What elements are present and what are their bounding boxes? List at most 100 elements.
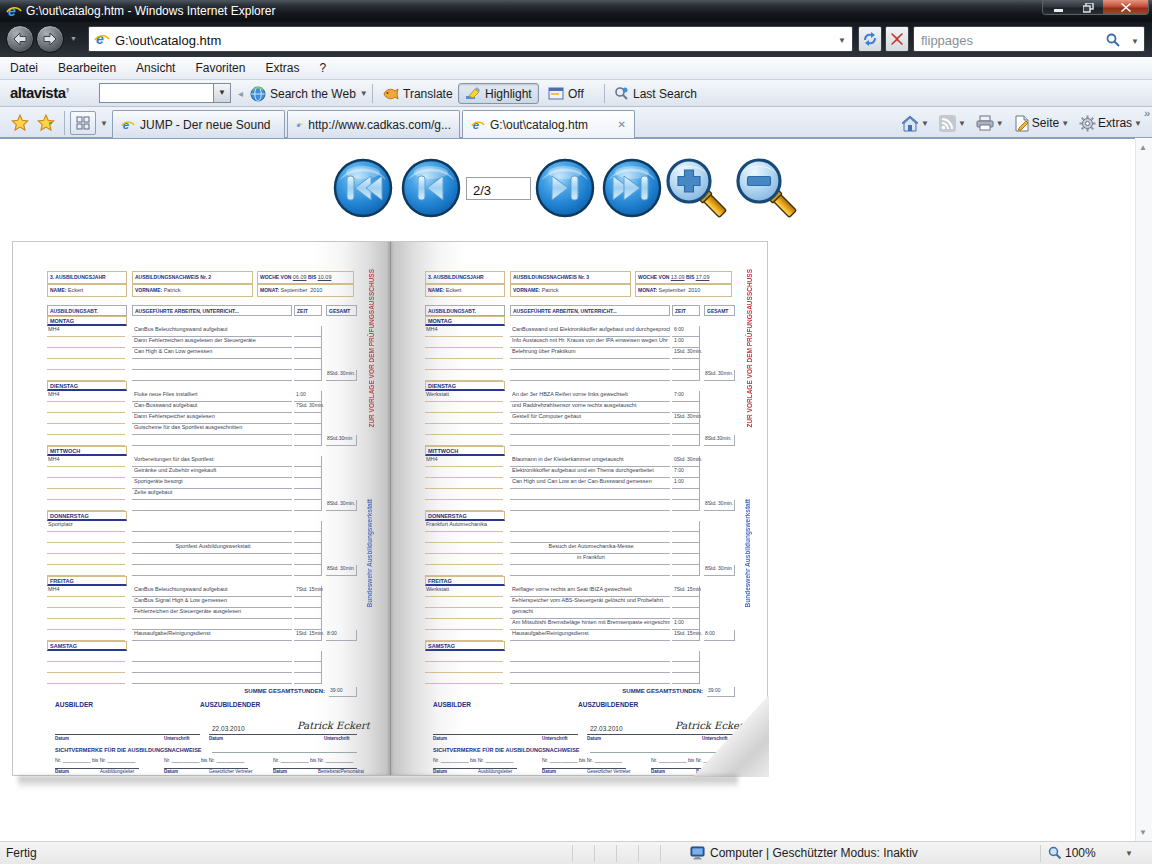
- unterschrift-sublabel: Unterschrift: [542, 736, 568, 741]
- cell-abt: [425, 500, 503, 511]
- extras-button[interactable]: Extras: [1098, 116, 1132, 130]
- tab-3[interactable]: eG:\out\catalog.htm✕: [462, 110, 635, 138]
- page-number-input[interactable]: [466, 177, 531, 200]
- quick-tabs-button[interactable]: [70, 111, 96, 135]
- search-the-web-button[interactable]: Search the Web▼: [250, 83, 368, 104]
- home-dropdown[interactable]: ▼: [921, 119, 929, 128]
- cell-gesamt: 8Std. 30min: [326, 565, 357, 576]
- cell-zeit: [672, 608, 700, 619]
- cell-arbeit: Sportgeräte besorgt: [132, 478, 292, 489]
- search-box[interactable]: flippages ▼: [913, 26, 1145, 52]
- previous-page-button[interactable]: [401, 158, 461, 218]
- print-icon[interactable]: [976, 115, 994, 131]
- highlight-button[interactable]: Highlight: [458, 83, 539, 104]
- extras-dropdown[interactable]: ▼: [1134, 119, 1142, 128]
- next-page-button[interactable]: [535, 158, 595, 218]
- cell-arbeit: [510, 662, 670, 673]
- signature: Patrick Eckert: [297, 720, 370, 731]
- home-icon[interactable]: [901, 115, 919, 132]
- favorites-star-icon: [11, 114, 29, 132]
- last-search-button[interactable]: Last Search: [614, 83, 697, 104]
- signature: Patrick Eckert: [675, 720, 748, 731]
- cell-zeit: 1Std. 15min.: [294, 630, 322, 641]
- page-icon[interactable]: [1014, 115, 1030, 132]
- cell-abt: [47, 651, 125, 662]
- role-sublabel: Ausbildungsleiter: [100, 769, 134, 774]
- cell-abt: [425, 608, 503, 619]
- cell-arbeit: Vorbereitungen für das Sportfest:: [132, 456, 292, 467]
- nr-range: Nr. __________ bis Nr. __________: [433, 757, 513, 763]
- first-page-button[interactable]: [333, 158, 393, 218]
- day-label: DIENSTAG: [47, 381, 127, 391]
- rss-dropdown[interactable]: ▼: [958, 119, 966, 128]
- cell-arbeit: CanBus Signal High & Low gemessen: [132, 597, 292, 608]
- forward-button[interactable]: [36, 25, 64, 53]
- menu-item-ansicht[interactable]: Ansicht: [126, 57, 185, 75]
- scroll-up-arrow[interactable]: ▲: [1139, 143, 1149, 152]
- zoom-dropdown[interactable]: ▼: [1125, 849, 1133, 858]
- minimize-button[interactable]: [1043, 0, 1074, 15]
- close-button[interactable]: [1103, 0, 1148, 15]
- toolbar-overflow-chevron[interactable]: »: [1144, 107, 1150, 119]
- stop-button[interactable]: [885, 26, 909, 52]
- vertical-scrollbar[interactable]: ▲ ▼: [1135, 139, 1152, 841]
- rss-icon[interactable]: [939, 115, 956, 132]
- scroll-down-arrow[interactable]: ▼: [1139, 828, 1149, 837]
- zoom-out-button[interactable]: [734, 157, 804, 221]
- recent-pages-dropdown[interactable]: ▼: [70, 35, 77, 42]
- zoom-level[interactable]: 100%: [1065, 846, 1096, 860]
- tab-list-dropdown[interactable]: ▼: [97, 111, 111, 135]
- cell-abt: [47, 532, 125, 543]
- print-dropdown[interactable]: ▼: [996, 119, 1004, 128]
- cell-arbeit: Reiflager vorne rechts am Seat IBIZA gew…: [510, 586, 670, 597]
- url-field[interactable]: e G:\out\catalog.htm ▼: [88, 26, 853, 52]
- menu-item-[interactable]: ?: [309, 57, 336, 75]
- cell-zeit: 1:00: [672, 619, 700, 630]
- cell-arbeit: Can High & Can Low gemessen: [132, 348, 292, 359]
- cell-arbeit: Fehlerspeicher vom ABS-Steuergerät gelös…: [510, 597, 670, 608]
- day-label: MONTAG: [425, 316, 505, 326]
- cell-abt: [47, 554, 125, 565]
- altavista-search-input[interactable]: ▼: [99, 83, 231, 103]
- seite-dropdown[interactable]: ▼: [1061, 119, 1069, 128]
- seite-button[interactable]: Seite: [1032, 116, 1059, 130]
- cell-abt: [47, 402, 125, 413]
- back-button[interactable]: [6, 25, 34, 53]
- favorites-button[interactable]: [8, 111, 32, 135]
- field-monat: MONAT: September 2010: [257, 284, 354, 297]
- altavista-search-dropdown[interactable]: ▼: [213, 84, 230, 102]
- cell-arbeit: Zelte aufgebaut: [132, 489, 292, 500]
- cell-zeit: [672, 543, 700, 554]
- tab-1[interactable]: eJUMP - Der neue Sound: [112, 110, 285, 138]
- cell-arbeit: [132, 359, 292, 370]
- search-icon[interactable]: [1106, 33, 1120, 47]
- zoom-in-button[interactable]: [664, 157, 734, 221]
- menu-item-favoriten[interactable]: Favoriten: [185, 57, 255, 75]
- menu-item-datei[interactable]: Datei: [0, 57, 48, 75]
- refresh-button[interactable]: [858, 26, 882, 52]
- cell-abt: [47, 543, 125, 554]
- cell-zeit: [294, 619, 322, 630]
- tab-close-icon[interactable]: ✕: [610, 119, 626, 130]
- cell-arbeit: in Frankfurt: [510, 554, 670, 565]
- cell-abt: [425, 489, 503, 500]
- flipbook[interactable]: 3. AUSBILDUNGSJAHRAUSBILDUNGSNACHWEIS Nr…: [12, 241, 768, 778]
- search-dropdown[interactable]: ▼: [1131, 37, 1139, 46]
- gear-icon[interactable]: [1079, 115, 1096, 132]
- menu-item-extras[interactable]: Extras: [255, 57, 309, 75]
- toolbar-grip: ◂: [238, 88, 243, 99]
- highlight-off-button[interactable]: Off: [548, 83, 584, 104]
- datum-sublabel: Datum: [55, 736, 69, 741]
- restore-button[interactable]: [1074, 0, 1103, 15]
- last-page-button[interactable]: [602, 158, 662, 218]
- translate-button[interactable]: Translate: [382, 83, 453, 104]
- menu-item-bearbeiten[interactable]: Bearbeiten: [48, 57, 126, 75]
- cell-abt: [47, 608, 125, 619]
- nr-range: Nr. __________ bis Nr. __________: [273, 757, 353, 763]
- url-dropdown[interactable]: ▼: [838, 36, 846, 45]
- col-header-zeit: ZEIT: [294, 305, 322, 316]
- globe-icon: [250, 86, 266, 102]
- cell-zeit: 7:00: [672, 467, 700, 478]
- tab-2[interactable]: ehttp://www.cadkas.com/g...: [287, 110, 460, 138]
- add-favorite-button[interactable]: [34, 111, 58, 135]
